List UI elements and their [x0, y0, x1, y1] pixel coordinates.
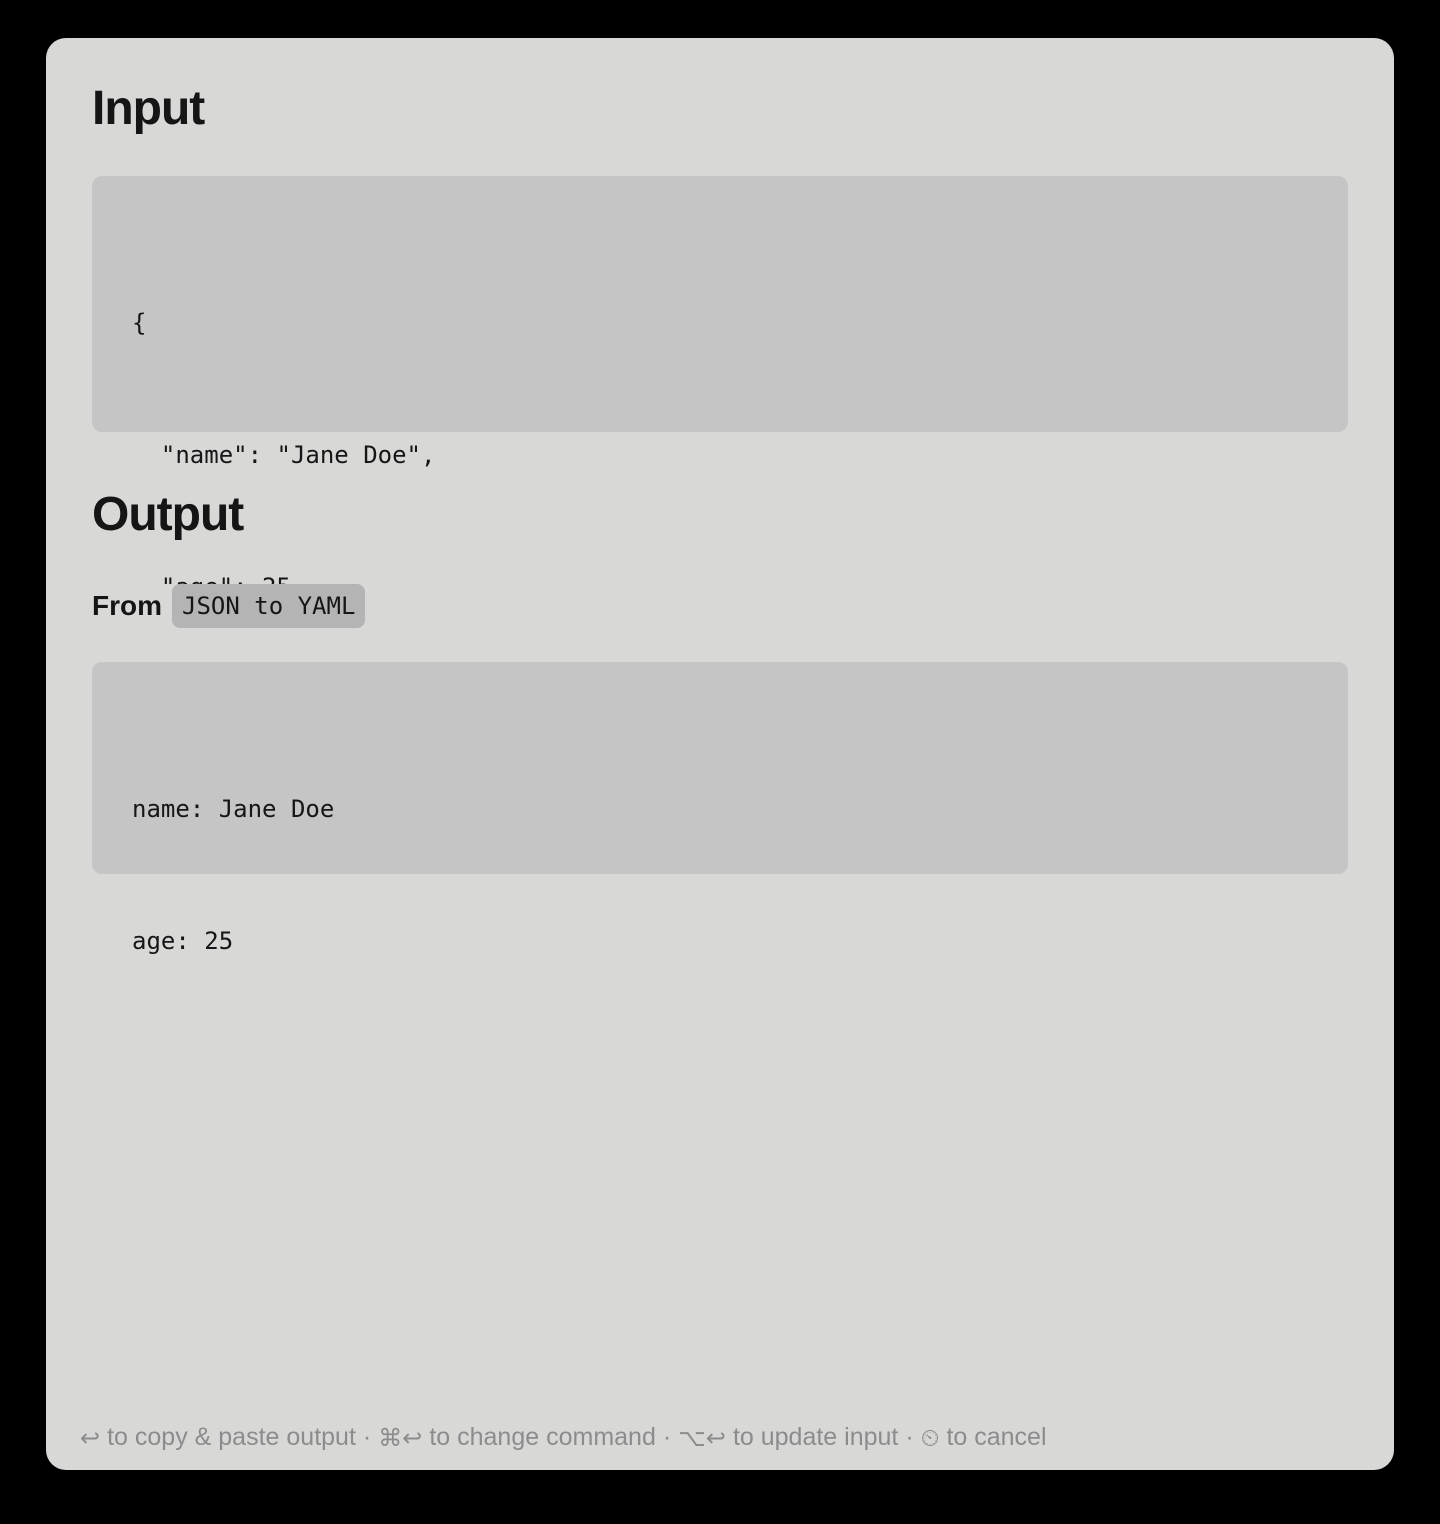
- separator: ·: [362, 1423, 372, 1451]
- hint-label: to update input: [732, 1423, 899, 1451]
- hint-label: to change command: [429, 1423, 656, 1451]
- output-heading: Output: [92, 488, 244, 541]
- result-panel: Input { "name": "Jane Doe", "age": 25 } …: [46, 38, 1394, 1470]
- command-return-icon: ⌘↩: [378, 1423, 423, 1452]
- code-line: name: Jane Doe: [132, 795, 335, 823]
- update-input-hint[interactable]: ⌥↩ to update input: [678, 1423, 898, 1452]
- command-source-row: From JSON to YAML: [92, 583, 366, 629]
- input-heading: Input: [92, 82, 205, 135]
- cancel-hint[interactable]: ⏲ to cancel: [921, 1423, 1047, 1452]
- command-chip[interactable]: JSON to YAML: [172, 584, 366, 628]
- code-line: age: 25: [132, 927, 234, 955]
- keyboard-hints-bar: ↩ to copy & paste output · ⌘↩ to change …: [80, 1423, 1047, 1452]
- input-code-block[interactable]: { "name": "Jane Doe", "age": 25 }: [92, 176, 1348, 733]
- option-return-icon: ⌥↩: [678, 1423, 726, 1452]
- hint-label: to cancel: [946, 1423, 1047, 1451]
- output-code-block[interactable]: name: Jane Doe age: 25: [92, 662, 1348, 955]
- change-command-hint[interactable]: ⌘↩ to change command: [378, 1423, 656, 1452]
- return-icon: ↩: [80, 1423, 101, 1452]
- copy-paste-hint[interactable]: ↩ to copy & paste output: [80, 1423, 356, 1452]
- code-line: "name": "Jane Doe",: [132, 441, 436, 469]
- from-label: From: [92, 590, 162, 621]
- cancel-icon: ⏲: [920, 1423, 940, 1452]
- separator: ·: [662, 1423, 672, 1451]
- separator: ·: [905, 1423, 914, 1451]
- hint-label: to copy & paste output: [107, 1423, 356, 1451]
- code-line: {: [132, 309, 147, 337]
